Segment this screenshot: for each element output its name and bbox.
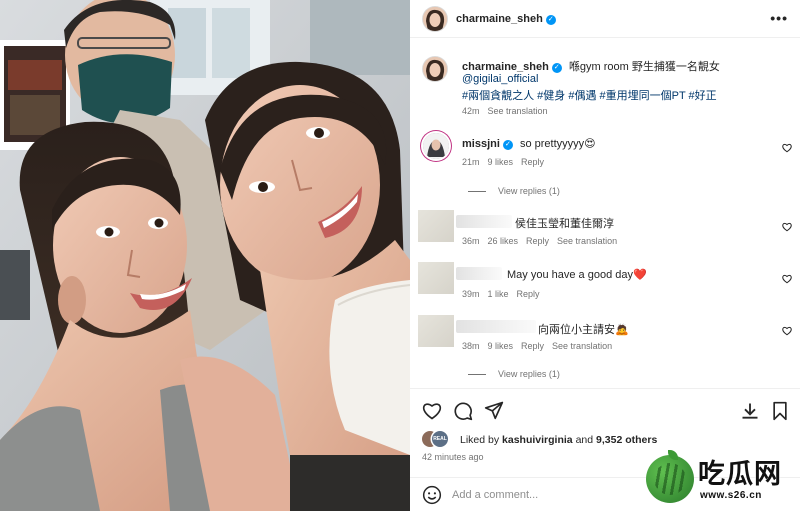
post-header: charmaine_sheh ✓ ••• (410, 0, 800, 38)
watermark-text: 吃瓜网 (698, 459, 782, 490)
comment-2-likes[interactable]: 26 likes (488, 236, 519, 246)
post-photo-image (0, 0, 410, 511)
comment-4-reply[interactable]: Reply (521, 341, 544, 351)
comment-4-avatar-blurred[interactable] (418, 315, 454, 347)
liked-by-prefix: Liked by (460, 434, 500, 446)
comment-4-text: 向兩位小主請安🙇 (538, 324, 629, 336)
comment-1-reply[interactable]: Reply (521, 157, 544, 167)
share-icon[interactable] (484, 400, 504, 420)
comment-2-meta: 36m 26 likes Reply See translation (462, 236, 625, 246)
download-icon[interactable] (740, 401, 760, 421)
bookmark-icon[interactable] (770, 401, 790, 421)
comment-4-see-translation[interactable]: See translation (552, 341, 612, 351)
more-options-icon[interactable]: ••• (770, 10, 788, 26)
comment-1-meta: 21m 9 likes Reply (462, 157, 552, 167)
comment-4-username-blurred[interactable] (456, 320, 536, 333)
post-photo[interactable] (0, 0, 410, 511)
smiley-icon[interactable] (422, 485, 442, 505)
comment-4-view-replies[interactable]: View replies (1) (468, 369, 560, 379)
comment-2-like-heart-icon[interactable] (782, 222, 792, 232)
author-avatar[interactable] (423, 7, 447, 31)
comment-1-body: missjni ✓ so prettyyyyy😍 (462, 137, 596, 150)
comment-2-avatar-blurred[interactable] (418, 210, 454, 242)
caption-mention[interactable]: @gigilai_official (462, 73, 538, 85)
post-timestamp[interactable]: 42 minutes ago (422, 452, 484, 462)
comment-icon[interactable] (453, 401, 473, 421)
comment-4-like-heart-icon[interactable] (782, 326, 792, 336)
caption-see-translation[interactable]: See translation (488, 106, 548, 116)
caption-author-avatar[interactable] (423, 57, 447, 81)
watermark-url: www.s26.cn (700, 490, 762, 501)
caption-line-1: charmaine_sheh ✓ 喺gym room 野生捕獲一名靚女 (462, 58, 720, 74)
liked-by-summary: Liked by kashuivirginia and 9,352 others (460, 434, 657, 446)
comment-3-reply[interactable]: Reply (517, 289, 540, 299)
comment-2-username-blurred[interactable] (456, 215, 512, 228)
watermark-logo: 吃瓜网 www.s26.cn (646, 450, 796, 508)
comment-1-view-replies[interactable]: View replies (1) (468, 186, 560, 196)
comment-1-text: so prettyyyyy😍 (519, 138, 596, 150)
comment-3-likes[interactable]: 1 like (488, 289, 509, 299)
verified-icon: ✓ (551, 63, 562, 73)
comment-2-reply[interactable]: Reply (526, 236, 549, 246)
post-sidebar: charmaine_sheh ✓ ••• charmaine_sheh ✓ 喺gym… (410, 0, 800, 511)
verified-icon: ✓ (545, 15, 556, 25)
caption-author-username[interactable]: charmaine_sheh (462, 61, 549, 73)
comment-4-meta: 38m 9 likes Reply See translation (462, 341, 620, 351)
liked-by-avatar-badge: REAL (433, 436, 447, 442)
comment-1-likes[interactable]: 9 likes (488, 157, 514, 167)
comment-2-text: 侯佳玉瑩和董佳爾淳 (515, 218, 614, 230)
comment-3-time: 39m (462, 289, 480, 299)
caption-hashtags[interactable]: #兩個貪靚之人 #健身 #偶遇 #重用埋同一個PT #好正 (462, 87, 717, 103)
liked-by-and: and (575, 434, 594, 446)
comment-4-time: 38m (462, 341, 480, 351)
liked-by-avatar-2: REAL (432, 431, 448, 447)
comment-3-username-blurred[interactable] (456, 267, 502, 280)
comment-3-avatar-blurred[interactable] (418, 262, 454, 294)
liked-by-count[interactable]: 9,352 others (596, 434, 657, 446)
caption-meta: 42m See translation (462, 106, 556, 116)
comment-2-see-translation[interactable]: See translation (557, 236, 617, 246)
watermelon-icon (646, 455, 694, 503)
author-username[interactable]: charmaine_sheh ✓ (456, 13, 556, 25)
comment-3-like-heart-icon[interactable] (782, 274, 792, 284)
caption-time: 42m (462, 106, 480, 116)
comment-avatar-missjni[interactable] (423, 133, 449, 159)
heart-icon[interactable] (422, 401, 442, 421)
comment-3-text: May you have a good day❤️ (507, 269, 647, 281)
author-username-text[interactable]: charmaine_sheh (456, 13, 543, 25)
comment-4-likes[interactable]: 9 likes (488, 341, 514, 351)
comment-2-time: 36m (462, 236, 480, 246)
caption-text: 喺gym room 野生捕獲一名靚女 (568, 61, 720, 73)
comment-1-time: 21m (462, 157, 480, 167)
comment-3-meta: 39m 1 like Reply (462, 289, 548, 299)
comment-1-username[interactable]: missjni (462, 138, 500, 150)
verified-icon: ✓ (502, 140, 513, 150)
liked-by-user[interactable]: kashuivirginia (502, 434, 573, 446)
comment-1-like-heart-icon[interactable] (782, 143, 792, 153)
